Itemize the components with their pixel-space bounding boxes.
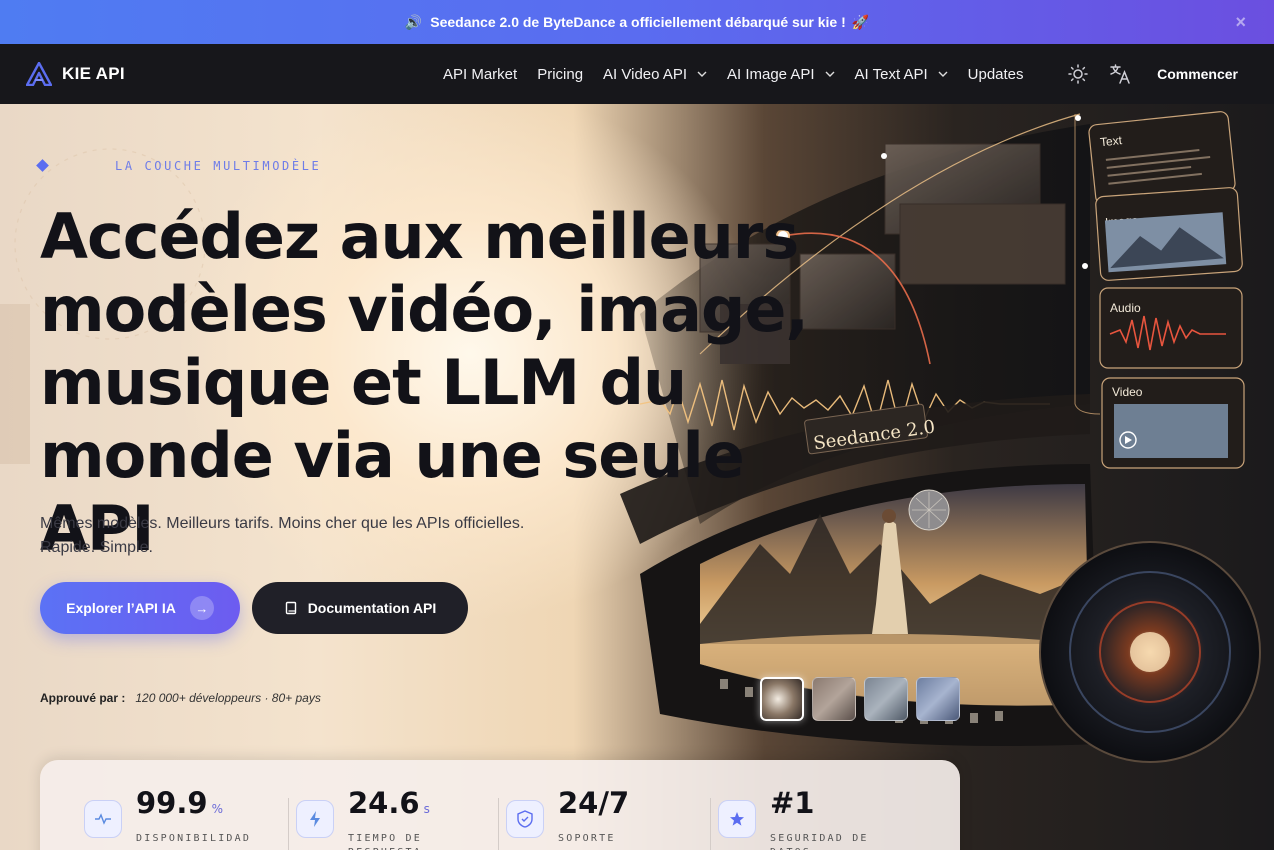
nav-label: AI Text API: [854, 65, 928, 83]
stat-value: 24/7: [558, 786, 630, 820]
nav-label: Pricing: [537, 65, 584, 83]
subline-line: Mêmes modèles. Meilleurs tarifs. Moins c…: [40, 515, 525, 532]
thumbnail-1[interactable]: [760, 677, 804, 721]
rocket-icon: 🚀: [851, 13, 870, 30]
stat-response-time: 24.6s TIEMPO DE RESPUESTA: [296, 786, 478, 850]
stats-card: 99.9% DISPONIBILIDAD 24.6s TIEMPO DE RES…: [40, 760, 960, 850]
hero-subline: Mêmes modèles. Meilleurs tarifs. Moins c…: [40, 512, 640, 560]
nav-actions: Commencer: [1067, 44, 1238, 104]
headline-line: modèles vidéo, image,: [40, 273, 809, 346]
nav-label: API Market: [443, 65, 518, 83]
chevron-down-icon: [697, 71, 707, 77]
hero-thumbnails: [760, 677, 960, 721]
headline-line: musique et LLM du: [40, 346, 687, 419]
nav-label: AI Image API: [727, 65, 815, 83]
hero-section: Seedance 2.0 Text Audio Video LA COUCHE …: [0, 104, 1274, 850]
nav-updates[interactable]: Updates: [968, 66, 1024, 83]
stat-divider: [498, 798, 499, 850]
nav-api-market[interactable]: API Market: [443, 66, 517, 83]
thumbnail-2[interactable]: [812, 677, 856, 721]
svg-text:Audio: Audio: [1110, 301, 1141, 315]
speaker-icon: 🔊: [404, 13, 423, 30]
kie-logo-icon: [26, 62, 52, 86]
stat-value: 24.6 s: [348, 786, 430, 820]
sun-icon: [1068, 64, 1088, 84]
theme-toggle-button[interactable]: [1067, 63, 1089, 85]
stat-divider: [710, 798, 711, 850]
stat-label: TIEMPO DE RESPUESTA: [348, 833, 422, 850]
language-button[interactable]: [1109, 63, 1131, 85]
nav-pricing[interactable]: Pricing: [537, 66, 583, 83]
stat-label: DISPONIBILIDAD: [136, 833, 252, 844]
brand-name: KIE API: [62, 64, 125, 83]
stat-value: 99.9%: [136, 786, 223, 820]
chevron-down-icon: [825, 71, 835, 77]
svg-text:Text: Text: [1099, 133, 1123, 149]
star-icon: [718, 800, 756, 838]
shield-icon: [506, 800, 544, 838]
stat-label: SOPORTE: [558, 833, 616, 844]
headline-line: Accédez aux meilleurs: [40, 200, 799, 273]
top-navbar: KIE API API Market Pricing AI Video API …: [0, 44, 1274, 104]
bolt-icon: [296, 800, 334, 838]
arrow-right-icon: →: [189, 596, 214, 620]
stat-security: #1 SEGURIDAD DE DATOS: [718, 786, 900, 850]
stat-value: #1: [770, 786, 815, 820]
nav-links: API Market Pricing AI Video API AI Image…: [443, 44, 1024, 104]
announcement-text[interactable]: Seedance 2.0 de ByteDance a officielleme…: [430, 14, 846, 30]
announcement-bar: 🔊 Seedance 2.0 de ByteDance a officielle…: [0, 0, 1274, 44]
hero-eyebrow: LA COUCHE MULTIMODÈLE: [115, 159, 322, 173]
stat-divider: [288, 798, 289, 850]
svg-text:Video: Video: [1112, 385, 1143, 399]
pulse-icon: [84, 800, 122, 838]
close-icon[interactable]: ×: [1235, 12, 1246, 33]
hero-headline: Accédez aux meilleurs modèles vidéo, ima…: [40, 200, 820, 565]
thumbnail-3[interactable]: [864, 677, 908, 721]
nav-label: Updates: [967, 65, 1024, 83]
stat-uptime: 99.9% DISPONIBILIDAD: [84, 786, 266, 846]
media-panels: Text Image Audio Video: [1088, 111, 1245, 469]
trust-line: Approuvé par : 120 000+ développeurs · 8…: [40, 691, 321, 705]
nav-label: AI Video API: [603, 65, 687, 83]
translate-icon: [1110, 64, 1130, 84]
book-icon: [285, 601, 296, 615]
stat-support: 24/7 SOPORTE: [506, 786, 688, 846]
stat-label: SEGURIDAD DE DATOS: [770, 833, 869, 850]
nav-ai-text-api[interactable]: AI Text API: [855, 66, 948, 83]
explore-api-button[interactable]: Explorer l’API IA →: [40, 582, 240, 634]
nav-ai-video-api[interactable]: AI Video API: [603, 66, 707, 83]
nav-ai-image-api[interactable]: AI Image API: [727, 66, 835, 83]
explore-api-label: Explorer l’API IA: [66, 600, 176, 616]
trust-label: Approuvé par :: [40, 691, 126, 705]
chevron-down-icon: [938, 71, 948, 77]
trust-value: 120 000+ développeurs · 80+ pays: [135, 691, 321, 705]
thumbnail-4[interactable]: [916, 677, 960, 721]
subline-line: Rapide. Simple.: [40, 539, 153, 556]
brand-link[interactable]: KIE API: [26, 62, 125, 86]
documentation-button[interactable]: Documentation API: [252, 582, 468, 634]
get-started-button[interactable]: Commencer: [1157, 66, 1238, 82]
documentation-label: Documentation API: [307, 600, 437, 616]
